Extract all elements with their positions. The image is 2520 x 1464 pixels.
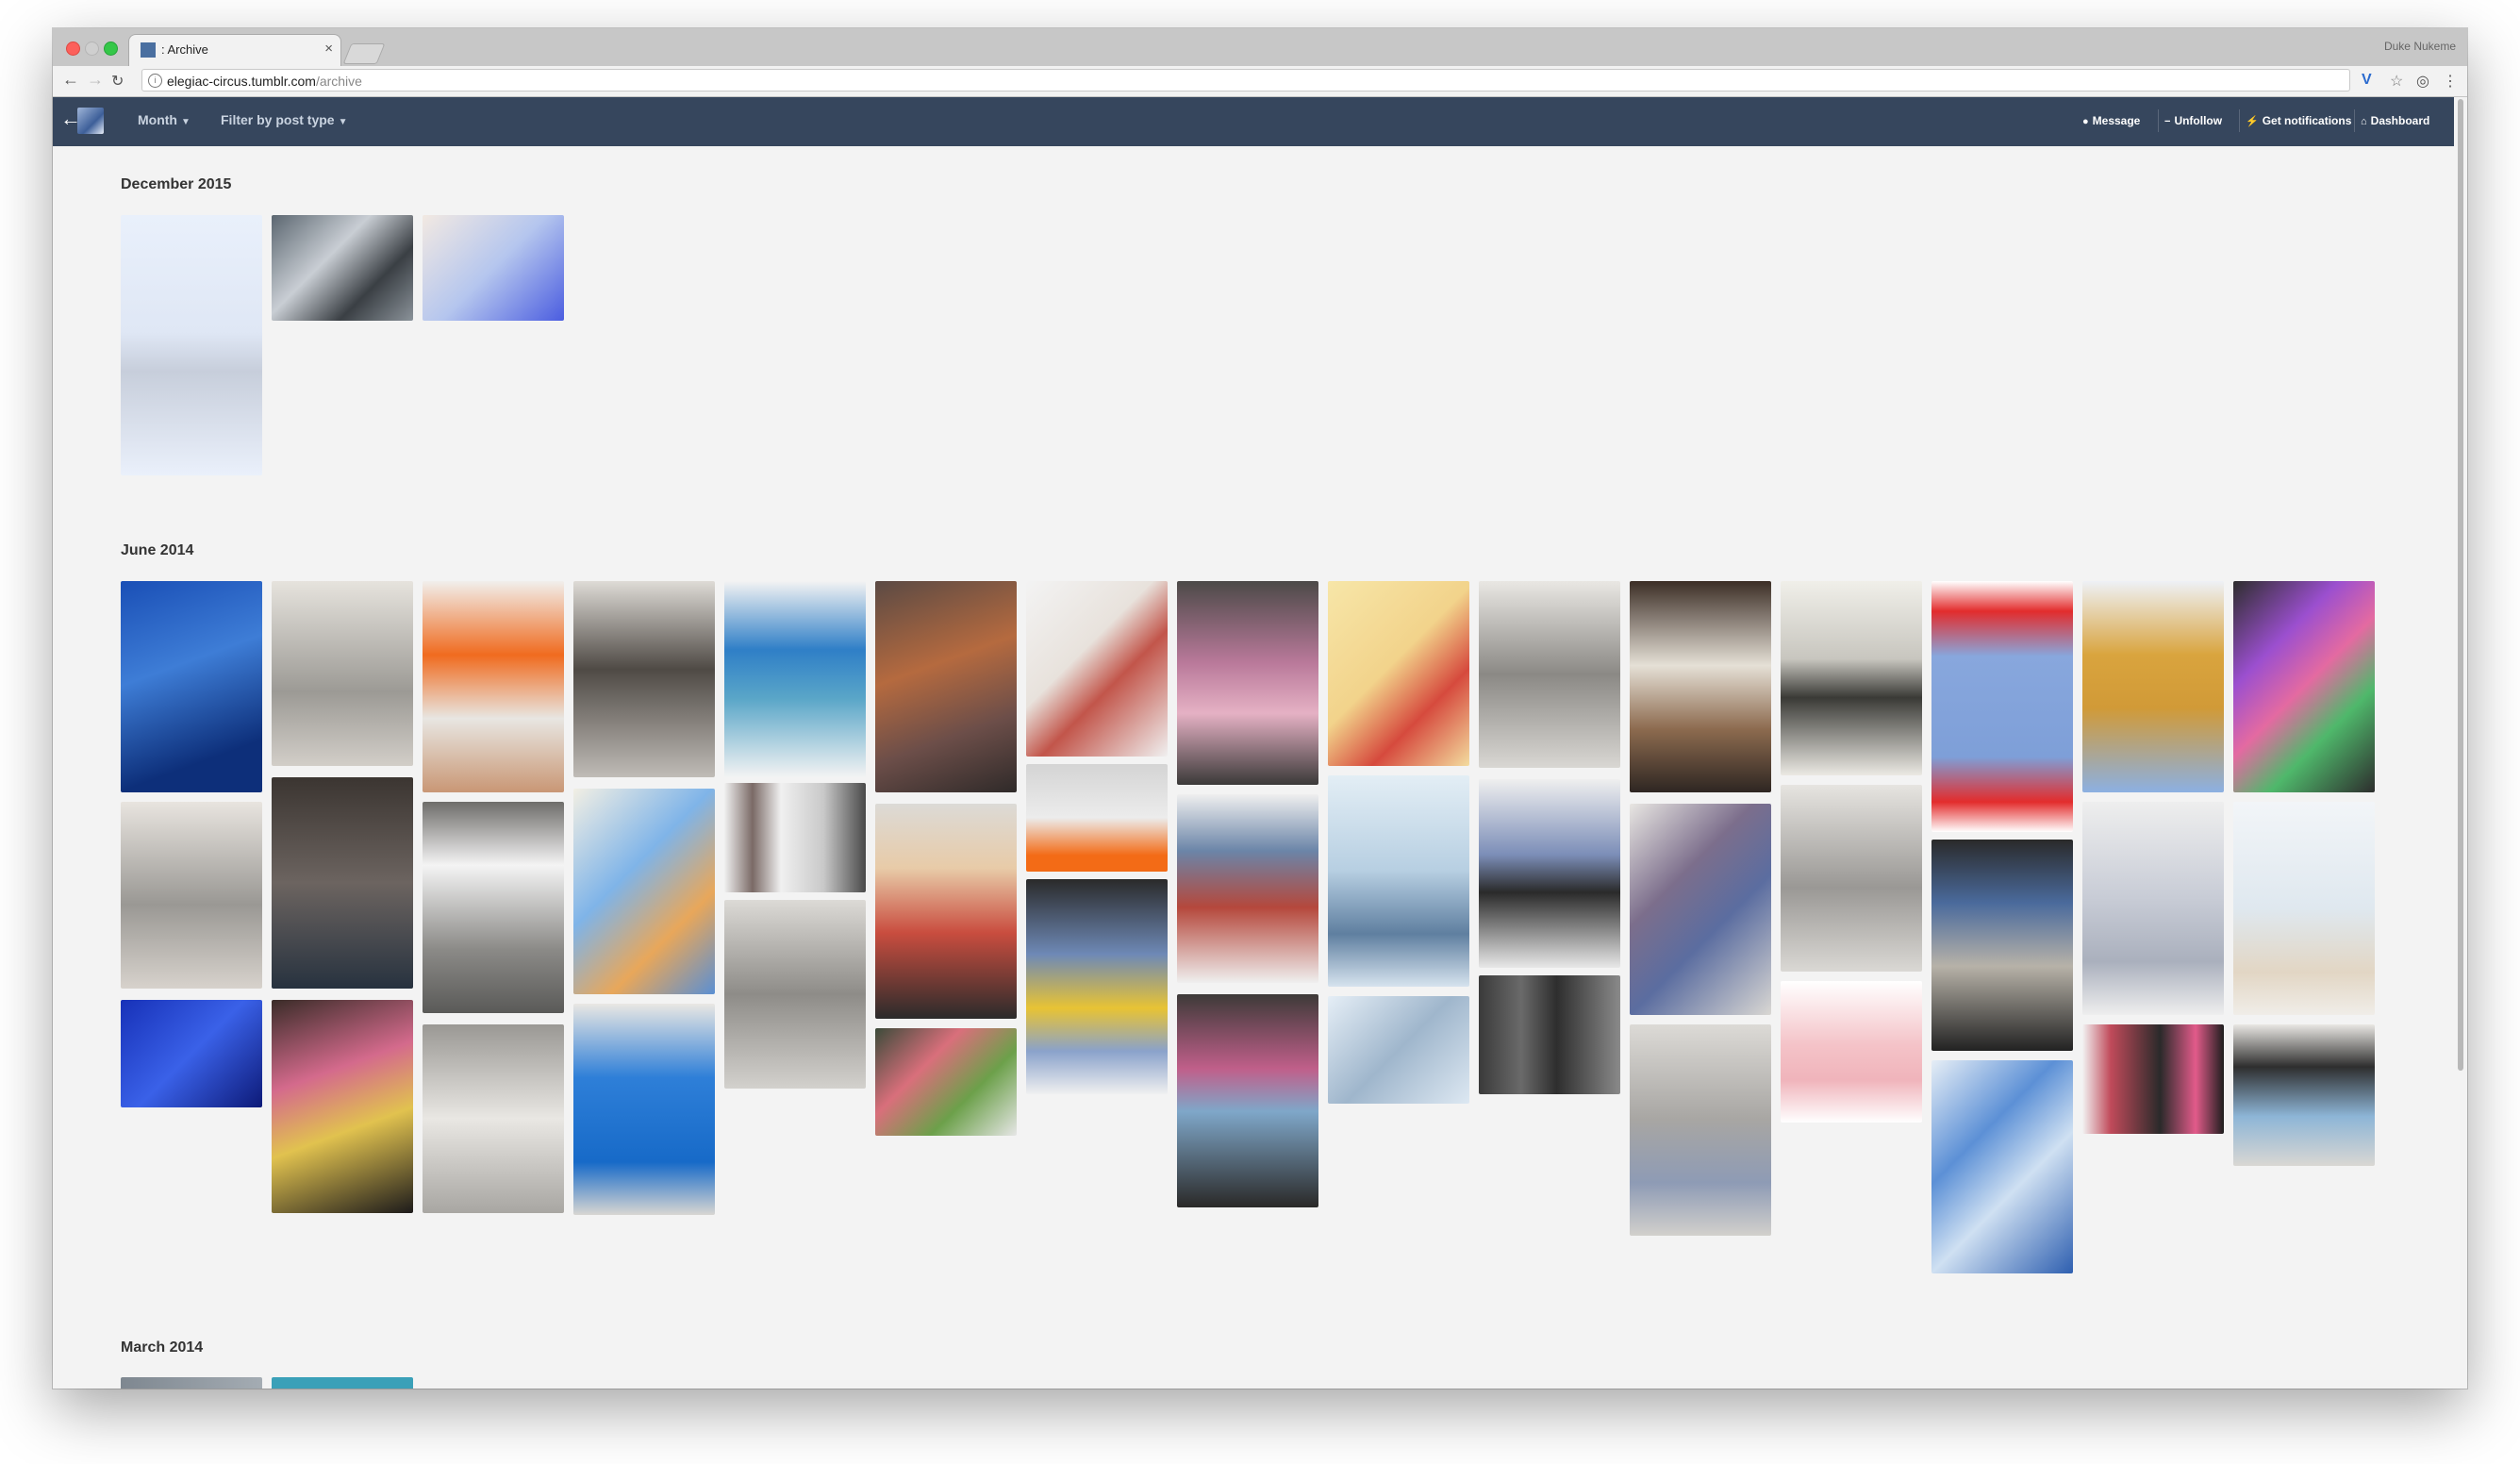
post-thumbnail[interactable] [1026, 581, 1168, 757]
post-thumbnail[interactable] [1328, 775, 1469, 987]
message-icon: ● [2082, 116, 2089, 127]
post-thumbnail[interactable] [1781, 785, 1922, 972]
post-thumbnail[interactable] [1931, 581, 2073, 832]
browser-toolbar: ← → ↻ i elegiac-circus.tumblr.com/archiv… [53, 66, 2467, 97]
post-thumbnail[interactable] [1931, 840, 2073, 1051]
url-text: elegiac-circus.tumblr.com/archive [167, 74, 362, 89]
minimize-window-button[interactable] [85, 42, 99, 56]
post-thumbnail[interactable] [121, 1377, 262, 1389]
post-thumbnail[interactable] [875, 804, 1017, 1019]
browser-tab[interactable]: : Archive × [128, 34, 341, 66]
post-thumbnail[interactable] [2082, 802, 2224, 1015]
section-heading-dec2015: December 2015 [121, 176, 232, 192]
post-thumbnail[interactable] [2233, 1024, 2375, 1166]
home-icon: ⌂ [2361, 116, 2367, 127]
info-icon[interactable]: i [148, 74, 162, 88]
tab-close-icon[interactable]: × [324, 41, 333, 57]
post-thumbnail[interactable] [2233, 581, 2375, 792]
post-thumbnail[interactable] [1630, 1024, 1771, 1236]
post-thumbnail[interactable] [724, 783, 866, 892]
minus-icon: − [2164, 116, 2171, 127]
post-thumbnail[interactable] [875, 581, 1017, 792]
dashboard-button[interactable]: ⌂ Dashboard [2354, 109, 2435, 132]
post-thumbnail[interactable] [724, 900, 866, 1089]
post-thumbnail[interactable] [423, 1024, 564, 1213]
month-dropdown[interactable]: Month ▼ [138, 112, 191, 127]
favicon-icon [141, 42, 156, 58]
post-thumbnail[interactable] [573, 1004, 715, 1215]
tumblr-header: ← Month ▼ Filter by post type ▼ ● Message −… [53, 97, 2454, 146]
post-thumbnail[interactable] [121, 1000, 262, 1107]
reload-icon[interactable]: ↻ [111, 72, 124, 91]
post-thumbnail[interactable] [121, 215, 262, 475]
post-thumbnail[interactable] [1177, 581, 1318, 785]
star-icon[interactable]: ☆ [2390, 72, 2403, 91]
post-thumbnail[interactable] [573, 581, 715, 777]
unfollow-button[interactable]: − Unfollow [2158, 109, 2228, 132]
profile-name[interactable]: Duke Nukeme [2384, 40, 2456, 53]
notifications-button[interactable]: ⚡ Get notifications [2239, 109, 2357, 132]
post-thumbnail[interactable] [1328, 581, 1469, 766]
post-thumbnail[interactable] [423, 215, 564, 321]
post-thumbnail[interactable] [875, 1028, 1017, 1136]
post-thumbnail[interactable] [1177, 994, 1318, 1207]
close-window-button[interactable] [66, 42, 80, 56]
section-heading-jun2014: June 2014 [121, 542, 194, 558]
post-thumbnail[interactable] [1931, 1060, 2073, 1273]
scrollbar-thumb[interactable] [2458, 99, 2463, 1071]
post-thumbnail[interactable] [272, 215, 413, 321]
tab-title: : Archive [161, 42, 208, 57]
address-bar[interactable]: i elegiac-circus.tumblr.com/archive [141, 69, 2350, 92]
post-thumbnail[interactable] [1781, 581, 1922, 775]
browser-window: : Archive × Duke Nukeme ← → ↻ i elegiac-… [53, 28, 2467, 1389]
filter-dropdown[interactable]: Filter by post type ▼ [221, 112, 347, 127]
post-thumbnail[interactable] [272, 1000, 413, 1213]
post-thumbnail[interactable] [272, 581, 413, 766]
post-thumbnail[interactable] [1026, 764, 1168, 872]
post-thumbnail[interactable] [1026, 879, 1168, 1094]
post-thumbnail[interactable] [1630, 804, 1771, 1015]
back-arrow-icon[interactable]: ← [62, 70, 79, 90]
v-extension-icon[interactable]: V [2362, 72, 2372, 89]
vertical-scrollbar[interactable] [2456, 97, 2465, 1389]
post-thumbnail[interactable] [2082, 581, 2224, 792]
new-tab-button[interactable] [342, 43, 386, 64]
post-thumbnail[interactable] [121, 802, 262, 989]
post-thumbnail[interactable] [423, 802, 564, 1013]
post-thumbnail[interactable] [1479, 581, 1620, 768]
post-thumbnail[interactable] [272, 1377, 413, 1389]
post-thumbnail[interactable] [121, 581, 262, 792]
post-thumbnail[interactable] [1177, 794, 1318, 983]
post-thumbnail[interactable] [2233, 802, 2375, 1015]
message-button[interactable]: ● Message [2077, 109, 2146, 132]
post-thumbnail[interactable] [2082, 1024, 2224, 1134]
forward-arrow-icon[interactable]: → [87, 70, 104, 90]
post-thumbnail[interactable] [724, 581, 866, 777]
lightning-icon: ⚡ [2246, 116, 2259, 127]
section-heading-mar2014: March 2014 [121, 1339, 204, 1356]
post-thumbnail[interactable] [1630, 581, 1771, 792]
post-thumbnail[interactable] [1781, 981, 1922, 1123]
extension-icon[interactable]: ◎ [2416, 72, 2429, 91]
post-thumbnail[interactable] [1328, 996, 1469, 1104]
post-thumbnail[interactable] [423, 581, 564, 792]
post-thumbnail[interactable] [1479, 779, 1620, 968]
avatar[interactable] [77, 108, 104, 134]
maximize-window-button[interactable] [104, 42, 118, 56]
post-thumbnail[interactable] [272, 777, 413, 989]
menu-dots-icon[interactable]: ⋮ [2443, 72, 2458, 91]
tab-strip: : Archive × Duke Nukeme [53, 28, 2467, 66]
post-thumbnail[interactable] [573, 789, 715, 994]
post-thumbnail[interactable] [1479, 975, 1620, 1094]
